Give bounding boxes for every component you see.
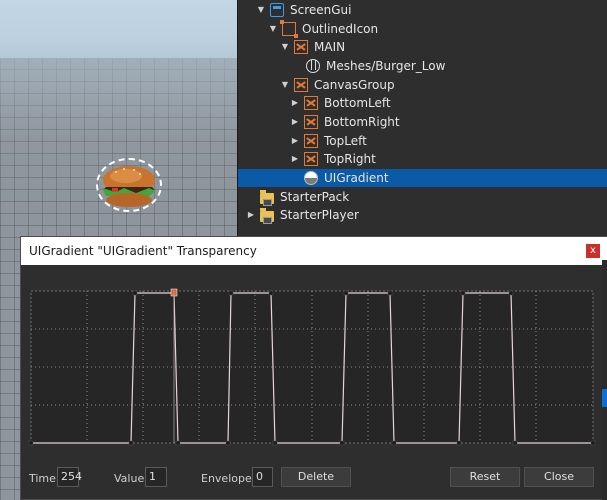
dialog-titlebar[interactable]: UIGradient "UIGradient" Transparency x: [21, 237, 607, 265]
tree-item-label: ScreenGui: [290, 3, 352, 17]
keypoint: [512, 440, 518, 446]
tree-item-uigradient[interactable]: UIGradient: [238, 169, 607, 187]
keypoint: [460, 290, 466, 296]
properties-edge: [602, 260, 607, 500]
selection-outline: [96, 158, 162, 212]
keypoint: [508, 290, 514, 296]
delete-button[interactable]: Delete: [281, 467, 351, 487]
tree-item-label: Meshes/Burger_Low: [326, 59, 446, 73]
keypoint: [175, 440, 181, 446]
scroll-marker: [602, 389, 607, 407]
tree-item-bottomleft[interactable]: ▶ BottomLeft: [238, 94, 607, 112]
image-label-icon: [294, 40, 308, 54]
tree-item-label: UIGradient: [324, 171, 389, 185]
tree-item-label: BottomLeft: [324, 96, 391, 110]
chevron-right-icon[interactable]: ▶: [246, 210, 256, 220]
value-input[interactable]: 1: [145, 467, 167, 487]
image-label-icon: [304, 96, 318, 110]
chevron-down-icon[interactable]: ▼: [280, 80, 290, 90]
keypoint: [339, 440, 345, 446]
keypoint: [272, 440, 278, 446]
value-label: Value: [114, 472, 145, 485]
chevron-right-icon[interactable]: ▶: [290, 136, 300, 146]
tree-item-label: TopLeft: [324, 134, 367, 148]
time-input[interactable]: 254: [57, 467, 82, 487]
folder-icon: [260, 189, 274, 206]
close-icon[interactable]: x: [586, 244, 600, 258]
screengui-icon: [270, 3, 284, 17]
reset-button[interactable]: Reset: [450, 467, 520, 487]
chevron-right-icon[interactable]: ▶: [290, 117, 300, 127]
tree-item-label: StarterPack: [280, 190, 350, 204]
chevron-down-icon[interactable]: ▼: [280, 42, 290, 52]
burger-model[interactable]: [94, 158, 164, 214]
image-label-icon: [304, 152, 318, 166]
image-label-icon: [304, 134, 318, 148]
tree-item-label: MAIN: [314, 40, 346, 54]
keypoint: [225, 440, 231, 446]
explorer-panel: ▼ ScreenGui ▼ OutlinedIcon ▼ MAIN Meshes…: [237, 0, 607, 240]
chevron-down-icon[interactable]: ▼: [268, 24, 278, 34]
keypoint: [228, 290, 234, 296]
keypoint: [590, 440, 596, 446]
folder-icon: [260, 207, 274, 224]
tree-item-starterpack[interactable]: StarterPack: [238, 188, 607, 206]
graph-canvas: [28, 288, 596, 446]
tree-item-starterplayer[interactable]: ▶ StarterPlayer: [238, 206, 607, 224]
transparency-graph[interactable]: [28, 288, 596, 446]
keypoint: [28, 440, 34, 446]
envelope-label: Envelope: [201, 472, 252, 485]
keypoint: [128, 440, 134, 446]
transparency-dialog: UIGradient "UIGradient" Transparency x T…: [20, 236, 607, 500]
tree-item-topright[interactable]: ▶ TopRight: [238, 150, 607, 168]
chevron-right-icon[interactable]: ▶: [290, 98, 300, 108]
tree-item-label: TopRight: [324, 152, 376, 166]
chevron-right-icon[interactable]: ▶: [290, 154, 300, 164]
tree-item-main[interactable]: ▼ MAIN: [238, 38, 607, 56]
keypoint: [387, 290, 393, 296]
keypoint: [132, 290, 138, 296]
tree-item-mesh[interactable]: Meshes/Burger_Low: [238, 57, 607, 75]
envelope-input[interactable]: 0: [252, 467, 273, 487]
outline-frame-icon: [280, 20, 298, 38]
tree-item-outlinedicon[interactable]: ▼ OutlinedIcon: [238, 20, 607, 38]
tree-item-label: StarterPlayer: [280, 208, 359, 222]
tree-item-screengui[interactable]: ▼ ScreenGui: [238, 1, 607, 19]
mesh-globe-icon: [306, 59, 320, 73]
keypoint: [456, 440, 462, 446]
tree-item-label: BottomRight: [324, 115, 400, 129]
image-label-icon: [304, 115, 318, 129]
keypoint: [268, 290, 274, 296]
tree-item-label: OutlinedIcon: [302, 22, 379, 36]
dialog-title: UIGradient "UIGradient" Transparency: [29, 244, 257, 258]
tree-item-topleft[interactable]: ▶ TopLeft: [238, 132, 607, 150]
keypoint: [343, 290, 349, 296]
tree-item-label: CanvasGroup: [314, 78, 395, 92]
canvas-group-icon: [294, 78, 308, 92]
tree-item-bottomright[interactable]: ▶ BottomRight: [238, 113, 607, 131]
time-label: Time: [29, 472, 56, 485]
gradient-icon: [304, 171, 318, 185]
close-button[interactable]: Close: [524, 467, 594, 487]
chevron-down-icon[interactable]: ▼: [256, 5, 266, 15]
keypoint: [391, 440, 397, 446]
tree-item-canvasgroup[interactable]: ▼ CanvasGroup: [238, 76, 607, 94]
